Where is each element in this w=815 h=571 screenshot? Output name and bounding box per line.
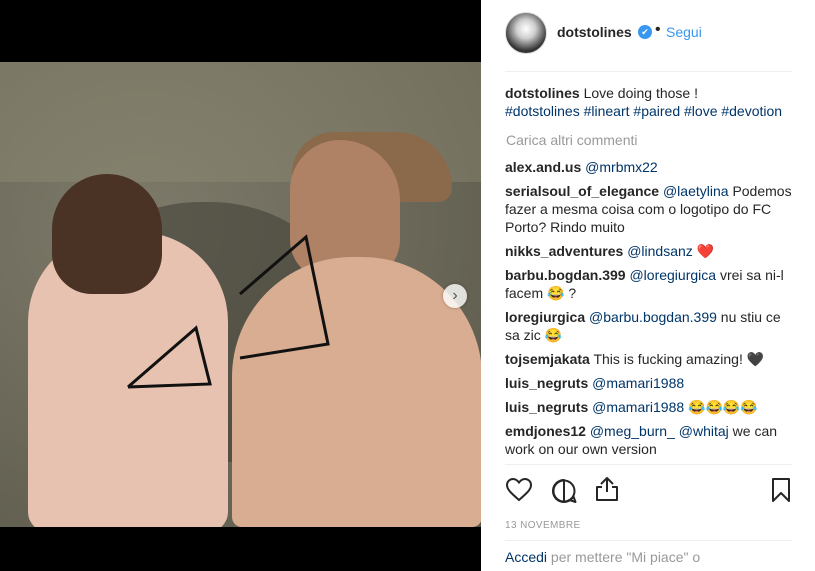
load-more-comments-button[interactable]: Carica altri commenti [506, 131, 793, 149]
next-image-button[interactable]: › [443, 284, 467, 308]
comment-username[interactable]: barbu.bogdan.399 [505, 267, 626, 283]
comment-mention[interactable]: @meg_burn_ @whitaj [590, 423, 729, 439]
comments-list[interactable]: dotstolines Love doing those ! #dotstoli… [505, 84, 793, 464]
follow-button[interactable]: Segui [666, 24, 702, 40]
caption: dotstolines Love doing those ! #dotstoli… [505, 84, 793, 120]
comment-mention[interactable]: @lindsanz [627, 243, 693, 259]
comment-username[interactable]: emdjones12 [505, 423, 586, 439]
comment-username[interactable]: alex.and.us [505, 159, 581, 175]
post-details-panel: dotstolines ✔ • Segui dotstolines Love d… [481, 0, 815, 571]
comment-username[interactable]: luis_negruts [505, 375, 588, 391]
comment-username[interactable]: tojsemjakata [505, 351, 590, 367]
comment-item: luis_negruts @mamari1988 [505, 374, 793, 392]
comment-item: emdjones12 @meg_burn_ @whitaj we can wor… [505, 422, 793, 458]
comment-item: nikks_adventures @lindsanz ❤️ [505, 242, 793, 260]
comment-username[interactable]: serialsoul_of_elegance [505, 183, 659, 199]
comment-item: tojsemjakata This is fucking amazing! 🖤 [505, 350, 793, 368]
comment-username[interactable]: luis_negruts [505, 399, 588, 415]
comment-mention[interactable]: @barbu.bogdan.399 [589, 309, 717, 325]
heart-emoji-icon: ❤️ [696, 243, 715, 259]
login-prompt: Accedi per mettere "Mi piace" o [505, 549, 700, 565]
comment-item: alex.and.us @mrbmx22 [505, 158, 793, 176]
comment-mention[interactable]: @mamari1988 [592, 399, 684, 415]
login-link[interactable]: Accedi [505, 549, 547, 565]
post-media: › [0, 0, 481, 571]
caption-username[interactable]: dotstolines [505, 85, 580, 101]
caption-text: Love doing those ! [583, 85, 698, 101]
comment-mention[interactable]: @mamari1988 [592, 375, 684, 391]
tattoo-lines [127, 234, 330, 389]
comment-username[interactable]: nikks_adventures [505, 243, 623, 259]
action-bar [481, 464, 815, 514]
verified-badge-icon: ✔ [638, 25, 652, 39]
comment-item: barbu.bogdan.399 @loregiurgica vrei sa n… [505, 266, 793, 302]
avatar[interactable] [505, 12, 547, 54]
post-header: dotstolines ✔ • Segui [481, 0, 815, 72]
comment-icon[interactable] [551, 478, 577, 504]
bookmark-icon[interactable] [771, 477, 791, 503]
header-divider [505, 71, 792, 72]
comment-text: This is fucking amazing! 🖤 [593, 351, 765, 367]
footer-divider [505, 540, 792, 541]
heart-icon[interactable] [506, 478, 532, 502]
share-icon[interactable] [595, 476, 619, 502]
login-prompt-text: per mettere "Mi piace" o [550, 549, 701, 565]
post-date: 13 NOVEMBRE [505, 520, 581, 531]
comment-item: luis_negruts @mamari1988 😂😂😂😂 [505, 398, 793, 416]
comment-item: serialsoul_of_elegance @laetylina Podemo… [505, 182, 793, 236]
comment-username[interactable]: loregiurgica [505, 309, 585, 325]
separator-dot: • [655, 21, 661, 38]
post-username[interactable]: dotstolines [557, 24, 632, 40]
post-photo[interactable] [0, 62, 481, 527]
comment-mention[interactable]: @loregiurgica [629, 267, 716, 283]
caption-hashtags[interactable]: #dotstolines #lineart #paired #love #dev… [505, 103, 782, 119]
comment-mention[interactable]: @laetylina [663, 183, 729, 199]
comment-text: 😂😂😂😂 [688, 399, 758, 415]
chevron-right-icon: › [452, 287, 458, 304]
comment-mention[interactable]: @mrbmx22 [585, 159, 658, 175]
comment-item: loregiurgica @barbu.bogdan.399 nu stiu c… [505, 308, 793, 344]
